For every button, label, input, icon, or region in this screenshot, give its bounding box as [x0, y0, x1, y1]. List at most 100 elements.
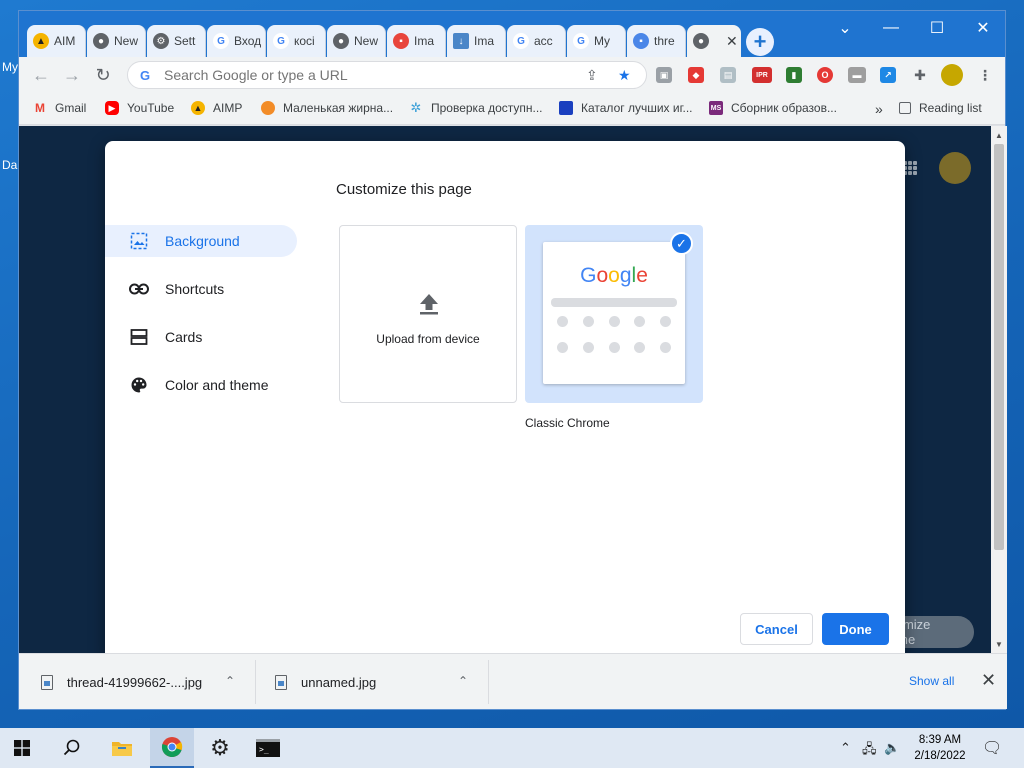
forward-button[interactable]: → — [60, 63, 84, 87]
bookmark-aimp[interactable]: ▲ AIMP — [191, 101, 242, 115]
reading-list-label: Reading list — [919, 101, 982, 115]
tab[interactable]: G acc — [507, 25, 566, 57]
tab[interactable]: G My — [567, 25, 626, 57]
start-button[interactable] — [0, 728, 44, 768]
bookmark-label: Сборник образов... — [731, 101, 837, 115]
terminal-icon: >_ — [256, 739, 280, 757]
apps-grid-icon[interactable] — [903, 161, 917, 175]
tab[interactable]: ● New — [87, 25, 146, 57]
done-button[interactable]: Done — [822, 613, 889, 645]
tab-label: My — [594, 34, 610, 48]
extension-icon[interactable]: ▣ — [656, 67, 672, 83]
bookmark-label: Gmail — [55, 101, 87, 115]
upload-label: Upload from device — [376, 332, 480, 346]
notification-icon[interactable]: 🗨 — [982, 738, 1002, 758]
tab-label: Вход — [234, 34, 262, 48]
tab-active[interactable]: ● ✕ — [687, 25, 741, 57]
chrome-taskbar-button[interactable] — [150, 728, 194, 768]
tab[interactable]: G Вход — [207, 25, 266, 57]
nav-label: Background — [165, 233, 240, 249]
bookmarks-overflow-button[interactable]: » — [875, 101, 883, 117]
omnibox[interactable]: G ⇪ ★ — [127, 61, 647, 89]
tab[interactable]: G косі — [267, 25, 326, 57]
scroll-thumb[interactable] — [994, 144, 1004, 550]
bookmark-item[interactable]: ✲ Проверка доступн... — [409, 100, 543, 115]
scroll-up-icon[interactable]: ▲ — [991, 128, 1007, 142]
extension-icon[interactable]: ▤ — [720, 67, 736, 83]
avatar[interactable] — [939, 152, 971, 184]
tab[interactable]: ↓ Ima — [447, 25, 506, 57]
classic-chrome-tile[interactable]: Google ✓ — [525, 225, 703, 403]
reading-list-button[interactable]: Reading list — [899, 101, 982, 115]
reload-button[interactable]: ↻ — [91, 63, 115, 87]
bookmark-item[interactable]: Маленькая жирна... — [261, 101, 393, 115]
share-icon[interactable]: ⇪ — [586, 67, 598, 84]
tab-label: thre — [654, 34, 675, 48]
tab[interactable]: ▪ Ima — [387, 25, 446, 57]
nav-label: Color and theme — [165, 377, 269, 393]
toolbar: ← → ↻ G ⇪ ★ ▣ ◆ ▤ IPR ▮ O ▬ ↗ ✚ ⋮ — [19, 57, 1005, 93]
bookmark-label: YouTube — [127, 101, 175, 115]
extension-icon[interactable]: ▮ — [786, 67, 802, 83]
maximize-button[interactable]: ☐ — [915, 15, 959, 41]
chevron-up-icon[interactable]: ⌃ — [840, 740, 851, 756]
address-input[interactable] — [164, 67, 564, 83]
terminal-taskbar-button[interactable]: >_ — [246, 728, 290, 768]
close-icon[interactable]: ✕ — [981, 670, 996, 691]
extension-icon[interactable]: ▬ — [848, 67, 866, 83]
tab[interactable]: ⚙ Sett — [147, 25, 206, 57]
nav-shortcuts[interactable]: Shortcuts — [105, 273, 297, 305]
search-button[interactable] — [50, 728, 94, 768]
new-tab-page: Customize Chrome ▲ ▼ Customize this page… — [19, 126, 1007, 653]
image-icon: ▪ — [393, 33, 409, 49]
extension-icon[interactable]: IPR — [752, 67, 772, 83]
clock[interactable]: 8:39 AM 2/18/2022 — [910, 732, 970, 764]
reading-list-icon — [899, 102, 911, 114]
opera-icon[interactable]: O — [817, 67, 833, 83]
chevron-up-icon[interactable]: ⌃ — [458, 674, 468, 688]
chevron-up-icon[interactable]: ⌃ — [225, 674, 235, 688]
check-icon: ✓ — [670, 232, 693, 255]
extension-icon[interactable]: ◆ — [688, 67, 704, 83]
bookmark-label: AIMP — [213, 101, 243, 115]
bookmark-item[interactable]: Каталог лучших иг... — [559, 101, 693, 115]
more-menu-icon[interactable]: ⋮ — [977, 67, 993, 83]
volume-icon[interactable]: 🔈 — [884, 740, 900, 756]
close-window-button[interactable]: ✕ — [961, 15, 1005, 41]
tab-search-button[interactable]: ⌄ — [823, 15, 867, 41]
nav-background[interactable]: Background — [105, 225, 297, 257]
bookmarks-bar: M Gmail ▶ YouTube ▲ AIMP Маленькая жирна… — [19, 93, 1005, 125]
bookmark-star-icon[interactable]: ★ — [618, 67, 631, 84]
scroll-down-icon[interactable]: ▼ — [991, 637, 1007, 651]
scrollbar[interactable]: ▲ ▼ — [991, 126, 1007, 653]
minimize-button[interactable]: — — [869, 15, 913, 41]
close-tab-icon[interactable]: ✕ — [726, 33, 738, 50]
upload-from-device-tile[interactable]: Upload from device — [339, 225, 517, 403]
back-button[interactable]: ← — [29, 63, 53, 87]
bookmark-gmail[interactable]: M Gmail — [33, 101, 86, 115]
network-icon[interactable]: 🖧 — [862, 740, 877, 762]
desktop-icon-label[interactable]: Da — [2, 158, 17, 172]
thread-icon: ▪ — [633, 33, 649, 49]
file-explorer-button[interactable] — [100, 728, 144, 768]
desktop-icon-label[interactable]: My — [2, 60, 18, 74]
bookmark-youtube[interactable]: ▶ YouTube — [105, 101, 174, 115]
cancel-button[interactable]: Cancel — [740, 613, 813, 645]
settings-taskbar-button[interactable]: ⚙ — [198, 728, 242, 768]
gear-icon: ✲ — [410, 100, 422, 115]
show-all-link[interactable]: Show all — [909, 674, 954, 688]
tab[interactable]: ▲ AIM — [27, 25, 86, 57]
download-item[interactable]: thread-41999662-....jpg — [41, 654, 202, 710]
puzzle-icon[interactable]: ✚ — [912, 67, 928, 83]
nav-color-theme[interactable]: Color and theme — [105, 369, 297, 401]
nav-cards[interactable]: Cards — [105, 321, 297, 353]
extension-icon[interactable]: ↗ — [880, 67, 896, 83]
chrome-window: ▲ AIM ● New ⚙ Sett G Вход G косі ● New ▪… — [18, 10, 1007, 710]
upload-icon — [417, 292, 441, 319]
avatar[interactable] — [941, 64, 963, 86]
new-tab-button[interactable]: + — [746, 28, 774, 56]
download-item[interactable]: unnamed.jpg — [275, 654, 376, 710]
tab[interactable]: ● New — [327, 25, 386, 57]
bookmark-item[interactable]: MS Сборник образов... — [709, 101, 837, 115]
tab[interactable]: ▪ thre — [627, 25, 686, 57]
